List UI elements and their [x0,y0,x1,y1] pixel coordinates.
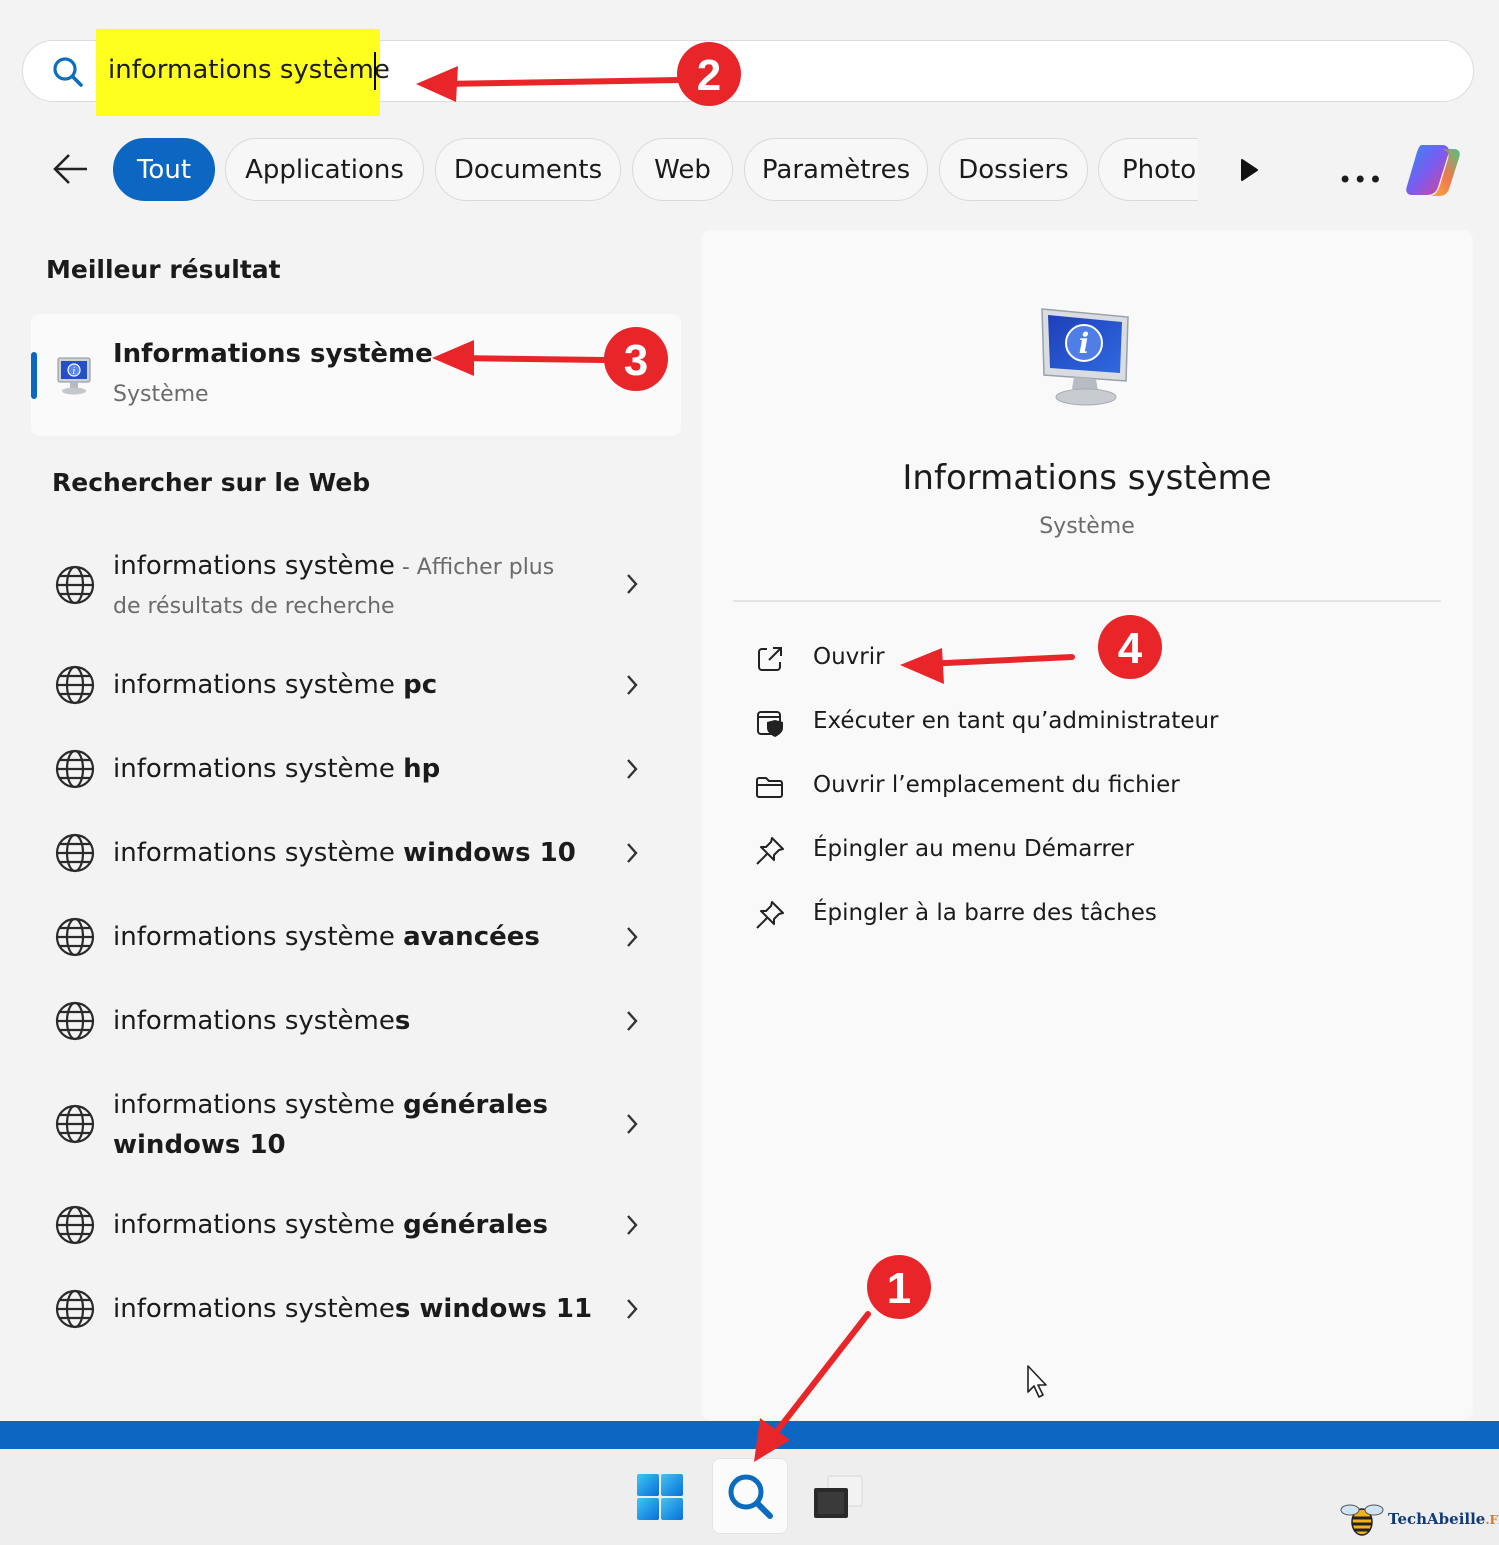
preview-subtitle: Système [1039,514,1135,539]
globe-icon [55,1205,95,1245]
web-result-text: informations système [113,838,404,868]
web-result-text: informations système [113,1006,395,1036]
globe-icon [55,1104,95,1144]
tab-photo[interactable]: Photo [1098,138,1198,201]
admin-shield-icon [757,711,783,737]
web-result-row[interactable]: informations système générales windows 1… [40,1085,680,1165]
tab-parametres[interactable]: Paramètres [744,138,928,201]
text-caret [374,52,376,90]
play-icon[interactable] [1238,158,1260,182]
chevron-right-icon [627,1011,638,1031]
web-result-row[interactable]: informations systèmes [40,991,680,1051]
search-query-text[interactable]: informations système [108,55,390,85]
system-info-large-icon: i [1041,308,1129,406]
web-result-suffix: - Afficher plus [394,555,555,580]
best-result-subtitle: Système [113,382,209,407]
selection-indicator [31,352,37,399]
more-options-icon[interactable]: ••• [1338,166,1383,194]
tab-applications[interactable]: Applications [225,138,424,201]
folder-icon [756,777,783,798]
divider [733,600,1441,602]
copilot-icon[interactable] [1402,139,1464,201]
task-view-icon[interactable] [812,1474,864,1522]
taskbar-accent-strip [0,1421,1499,1449]
web-result-bold: hp [403,754,441,784]
chevron-right-icon [627,1215,638,1235]
system-info-app-icon: i [57,357,91,395]
preview-title: Informations système [902,458,1272,498]
action-pin-start[interactable]: Épingler au menu Démarrer [752,829,1352,873]
best-result-card[interactable] [31,314,681,436]
tab-dossiers[interactable]: Dossiers [939,138,1088,201]
web-result-text: informations système [113,1090,404,1120]
chevron-right-icon [627,927,638,947]
action-run-as-admin[interactable]: Exécuter en tant qu’administrateur [752,701,1352,745]
globe-icon [55,833,95,873]
action-label: Exécuter en tant qu’administrateur [813,708,1219,734]
globe-icon [55,917,95,957]
svg-text:i: i [1079,327,1090,360]
web-result-row[interactable]: informations système avancées [40,907,680,967]
action-open-file-location[interactable]: Ouvrir l’emplacement du fichier [752,765,1352,809]
tab-documents[interactable]: Documents [435,138,621,201]
action-label: Ouvrir l’emplacement du fichier [813,772,1180,798]
action-pin-taskbar[interactable]: Épingler à la barre des tâches [752,893,1352,937]
web-result-row[interactable]: informations système windows 10 [40,823,680,883]
svg-text:i: i [73,367,76,377]
open-external-icon [758,647,782,671]
back-arrow-icon[interactable] [52,150,90,188]
web-result-bold: s windows 11 [394,1294,593,1324]
chevron-right-icon [627,574,638,594]
chevron-right-icon [627,675,638,695]
action-open[interactable]: Ouvrir [752,637,1352,681]
tab-web[interactable]: Web [632,138,733,201]
web-result-row[interactable]: informations système - Afficher plus de … [40,546,680,626]
web-result-bold: windows 10 [403,838,576,868]
web-result-line2: de résultats de recherche [113,594,395,619]
pin-icon [756,901,784,929]
web-result-row[interactable]: informations système hp [40,739,680,799]
best-result-heading: Meilleur résultat [46,255,281,284]
search-icon [53,57,83,87]
web-result-bold: avancées [403,922,540,952]
tab-tout[interactable]: Tout [113,138,215,201]
web-result-bold-line2: windows 10 [113,1130,286,1160]
web-result-text: informations système [113,551,395,581]
web-result-text: informations système [113,670,404,700]
web-result-text: informations système [113,1210,404,1240]
globe-icon [55,665,95,705]
web-result-row[interactable]: informations systèmes windows 11 [40,1279,680,1339]
globe-icon [55,749,95,789]
globe-icon [55,565,95,605]
web-result-text: informations système [113,754,404,784]
globe-icon [55,1289,95,1329]
action-label: Épingler au menu Démarrer [813,836,1134,862]
web-result-row[interactable]: informations système pc [40,655,680,715]
chevron-right-icon [627,843,638,863]
web-result-row[interactable]: informations système générales [40,1195,680,1255]
chevron-right-icon [627,1299,638,1319]
web-result-text: informations système [113,922,404,952]
brand-name: TechAbeille.FR [1388,1510,1499,1528]
pin-icon [756,837,784,865]
web-result-bold: générales [403,1090,548,1120]
web-result-text: informations système [113,1294,395,1324]
web-result-bold: pc [403,670,438,700]
search-icon [728,1474,773,1519]
chevron-right-icon [627,1114,638,1134]
chevron-right-icon [627,759,638,779]
globe-icon [55,1001,95,1041]
action-label: Épingler à la barre des tâches [813,900,1157,926]
web-result-bold: s [394,1006,411,1036]
web-search-heading: Rechercher sur le Web [52,468,371,497]
windows-start-icon[interactable] [636,1473,684,1521]
action-label: Ouvrir [813,644,885,670]
web-result-bold: générales [403,1210,548,1240]
best-result-title: Informations système [113,339,433,369]
mouse-cursor-icon [1027,1365,1047,1398]
